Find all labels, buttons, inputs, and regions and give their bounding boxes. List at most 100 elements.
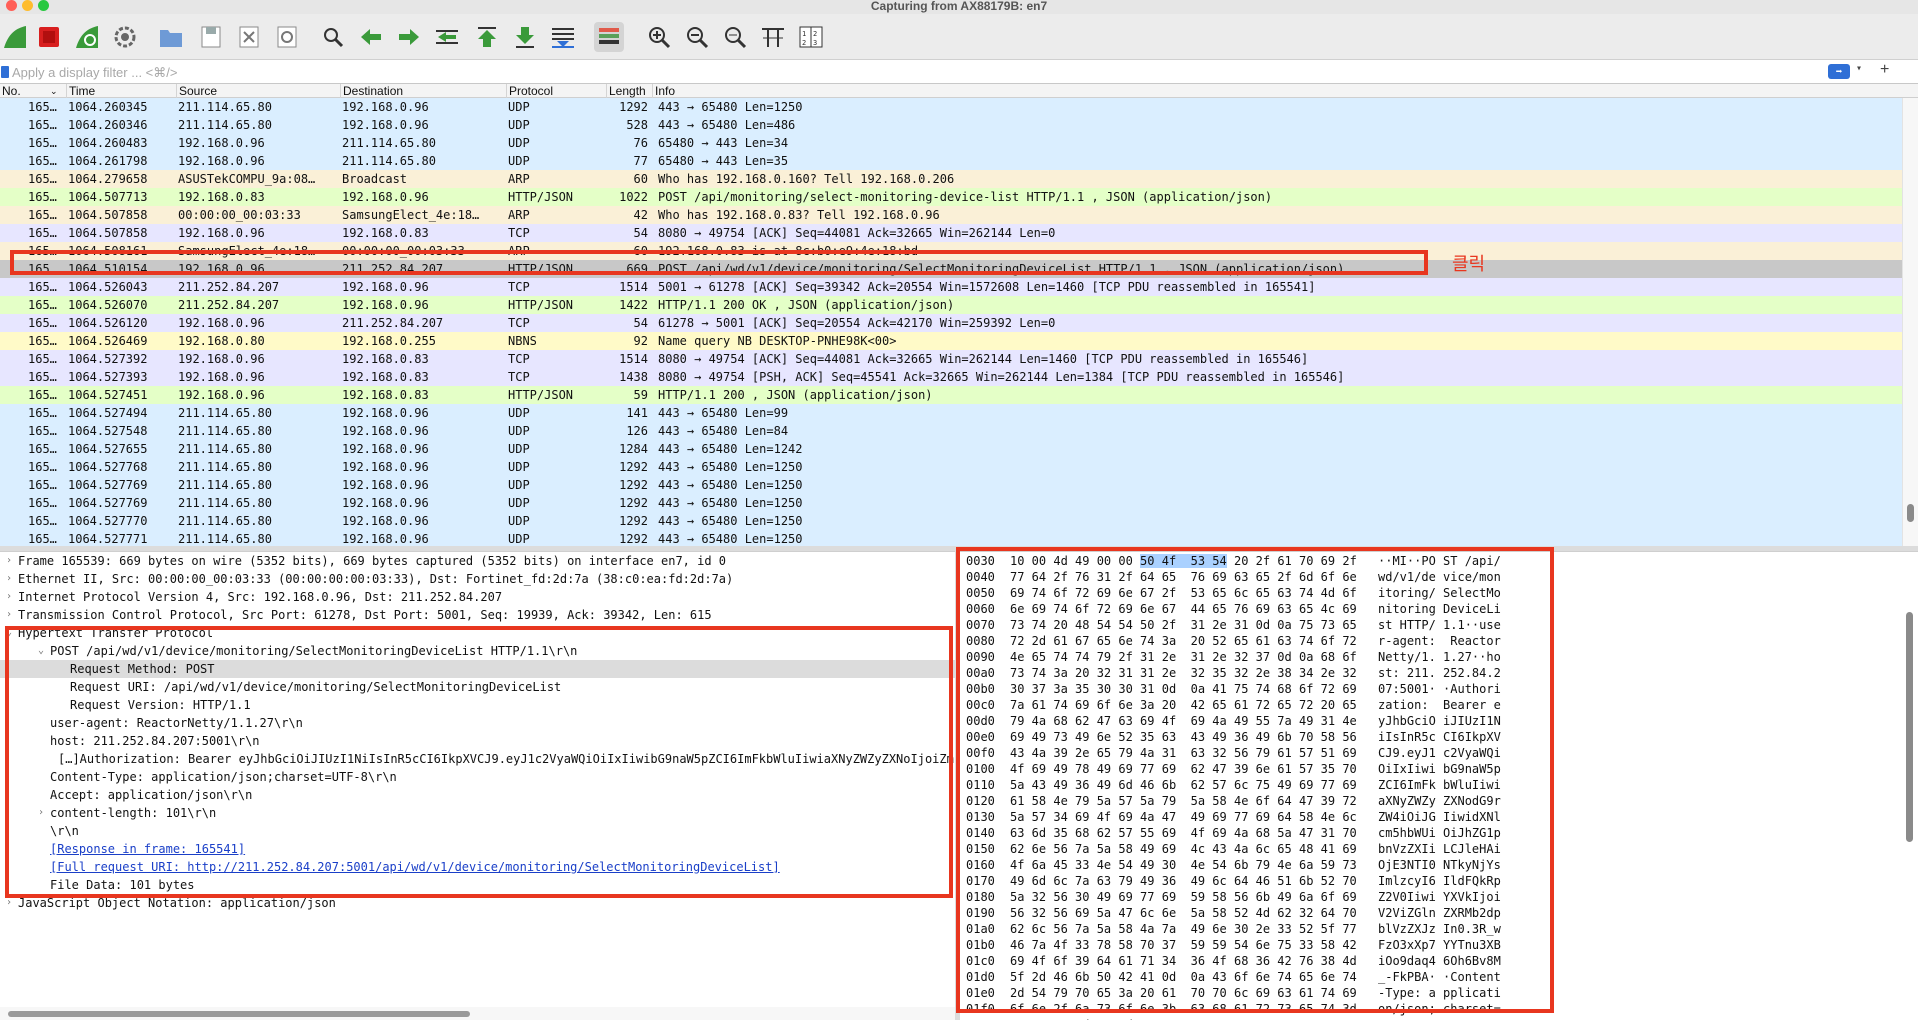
packet-row[interactable]: 165… 1064.527548 211.114.65.80 192.168.0.96…	[0, 422, 1902, 440]
scrollbar-thumb[interactable]	[1906, 612, 1913, 842]
packet-time: 1064.527548	[68, 424, 148, 438]
go-to-packet-button[interactable]	[432, 22, 462, 52]
packet-row[interactable]: 165… 1064.527392 192.168.0.96 192.168.0.83 T…	[0, 350, 1902, 368]
reload-file-button[interactable]	[272, 22, 302, 52]
column-header-source[interactable]: Source	[176, 84, 340, 98]
packet-source: 211.114.65.80	[178, 514, 272, 528]
packet-length: 1022	[619, 190, 648, 204]
zoom-in-button[interactable]	[644, 22, 674, 52]
detail-tree-item[interactable]: › Internet Protocol Version 4, Src: 192.1…	[0, 588, 955, 606]
packet-row[interactable]: 165… 1064.279658 ASUSTekCOMPU_9a:08… Broadc…	[0, 170, 1902, 188]
packet-row[interactable]: 165… 1064.260346 211.114.65.80 192.168.0.96…	[0, 116, 1902, 134]
chevron-down-icon[interactable]: ▾	[1856, 63, 1862, 74]
packet-row[interactable]: 165… 1064.527768 211.114.65.80 192.168.0.96…	[0, 458, 1902, 476]
packet-destination: 192.168.0.96	[342, 514, 429, 528]
column-header-info[interactable]: Info	[652, 84, 1902, 98]
packet-row[interactable]: 165… 1064.261798 192.168.0.96 211.114.65.80…	[0, 152, 1902, 170]
packet-destination: 192.168.0.96	[342, 442, 429, 456]
collapsed-chevron-icon[interactable]: ›	[6, 606, 12, 624]
packet-protocol: UDP	[508, 478, 530, 492]
packet-time: 1064.260345	[68, 100, 148, 114]
packet-destination: 192.168.0.83	[342, 352, 429, 366]
packet-row[interactable]: 165… 1064.526469 192.168.0.80 192.168.0.255…	[0, 332, 1902, 350]
packet-row[interactable]: 165… 1064.526120 192.168.0.96 211.252.84.20…	[0, 314, 1902, 332]
column-header-no[interactable]: No. ⌄	[0, 84, 64, 98]
detail-tree-item[interactable]: › Ethernet II, Src: 00:00:00_00:03:33 (00…	[0, 570, 955, 588]
packet-number: 165…	[28, 190, 57, 204]
packet-info: 8080 → 49754 [ACK] Seq=44081 Ack=32665 W…	[658, 226, 1056, 240]
packet-time: 1064.507858	[68, 208, 148, 222]
packet-length: 1422	[619, 298, 648, 312]
packet-row[interactable]: 165… 1064.526070 211.252.84.207 192.168.0.9…	[0, 296, 1902, 314]
column-header-destination[interactable]: Destination	[340, 84, 506, 98]
packet-row[interactable]: 165… 1064.260345 211.114.65.80 192.168.0.96…	[0, 98, 1902, 116]
packet-row[interactable]: 165… 1064.527393 192.168.0.96 192.168.0.83 T…	[0, 368, 1902, 386]
packet-row[interactable]: 165… 1064.527451 192.168.0.96 192.168.0.83 H…	[0, 386, 1902, 404]
packet-protocol: UDP	[508, 514, 530, 528]
packet-info: 443 → 65480 Len=1250	[658, 514, 803, 528]
packet-info: Who has 192.168.0.160? Tell 192.168.0.20…	[658, 172, 955, 186]
packet-number: 165…	[28, 280, 57, 294]
restart-capture-button[interactable]	[72, 22, 102, 52]
collapsed-chevron-icon[interactable]: ›	[6, 588, 12, 606]
details-horizontal-scrollbar[interactable]	[0, 1007, 955, 1020]
packet-source: 211.114.65.80	[178, 100, 272, 114]
go-last-packet-button[interactable]	[510, 22, 540, 52]
open-file-button[interactable]	[156, 22, 186, 52]
packet-row[interactable]: 165… 1064.507713 192.168.0.83 192.168.0.96 H…	[0, 188, 1902, 206]
normal-size-button[interactable]	[720, 22, 750, 52]
packet-info: 8080 → 49754 [ACK] Seq=44081 Ack=32665 W…	[658, 352, 1309, 366]
add-filter-button-icon[interactable]: +	[1880, 61, 1889, 79]
packet-row[interactable]: 165… 1064.527771 211.114.65.80 192.168.0.96…	[0, 530, 1902, 546]
resize-columns-button[interactable]	[758, 22, 788, 52]
packet-source: 211.252.84.207	[178, 280, 280, 294]
packet-info: POST /api/monitoring/select-monitoring-d…	[658, 190, 1273, 204]
bytes-scrollbar[interactable]	[1902, 612, 1918, 912]
packet-row[interactable]: 165… 1064.527770 211.114.65.80 192.168.0.96…	[0, 512, 1902, 530]
go-forward-button[interactable]	[394, 22, 424, 52]
go-back-button[interactable]	[356, 22, 386, 52]
packet-protocol: UDP	[508, 460, 530, 474]
expand-subtrees-button[interactable]: 1223	[796, 22, 826, 52]
packet-row[interactable]: 165… 1064.260483 192.168.0.96 211.114.65.80…	[0, 134, 1902, 152]
packet-row[interactable]: 165… 1064.507858 00:00:00_00:03:33 SamsungE…	[0, 206, 1902, 224]
colorize-button[interactable]	[594, 22, 624, 52]
packet-time: 1064.527769	[68, 478, 148, 492]
scrollbar-thumb[interactable]	[1907, 504, 1914, 522]
packet-row[interactable]: 165… 1064.507858 192.168.0.96 192.168.0.83 T…	[0, 224, 1902, 242]
packet-row[interactable]: 165… 1064.526043 211.252.84.207 192.168.0.9…	[0, 278, 1902, 296]
auto-scroll-button[interactable]	[548, 22, 578, 52]
apply-filter-icon[interactable]: ➡	[1828, 64, 1850, 79]
go-first-packet-button[interactable]	[472, 22, 502, 52]
close-file-button[interactable]	[234, 22, 264, 52]
capture-options-button[interactable]	[110, 22, 140, 52]
column-header-time[interactable]: Time	[66, 84, 176, 98]
packet-destination: 211.114.65.80	[342, 154, 436, 168]
collapsed-chevron-icon[interactable]: ›	[6, 570, 12, 588]
detail-tree-item[interactable]: › Transmission Control Protocol, Src Port…	[0, 606, 955, 624]
bookmark-icon[interactable]	[1, 66, 9, 78]
find-packet-button[interactable]	[318, 22, 348, 52]
collapsed-chevron-icon[interactable]: ›	[6, 552, 12, 570]
zoom-out-button[interactable]	[682, 22, 712, 52]
packet-row[interactable]: 165… 1064.527769 211.114.65.80 192.168.0.96…	[0, 494, 1902, 512]
packet-number: 165…	[28, 154, 57, 168]
scrollbar-thumb[interactable]	[8, 1011, 470, 1017]
packet-info: 443 → 65480 Len=1250	[658, 496, 803, 510]
detail-tree-item[interactable]: › Frame 165539: 669 bytes on wire (5352 b…	[0, 552, 955, 570]
column-header-length[interactable]: Length	[606, 84, 652, 98]
packet-number: 165…	[28, 514, 57, 528]
packet-time: 1064.261798	[68, 154, 148, 168]
start-capture-button[interactable]	[0, 22, 30, 52]
stop-capture-button[interactable]	[34, 22, 64, 52]
packet-row[interactable]: 165… 1064.527494 211.114.65.80 192.168.0.96…	[0, 404, 1902, 422]
packet-list-scrollbar[interactable]	[1902, 98, 1918, 546]
title-bar: Capturing from AX88179B: en7	[0, 0, 1918, 14]
svg-text:2: 2	[813, 30, 817, 38]
auto-scroll-icon	[552, 28, 574, 48]
packet-row[interactable]: 165… 1064.527769 211.114.65.80 192.168.0.96…	[0, 476, 1902, 494]
save-file-button[interactable]	[196, 22, 226, 52]
display-filter-input[interactable]	[12, 63, 1812, 81]
packet-row[interactable]: 165… 1064.527655 211.114.65.80 192.168.0.96…	[0, 440, 1902, 458]
column-header-protocol[interactable]: Protocol	[506, 84, 606, 98]
